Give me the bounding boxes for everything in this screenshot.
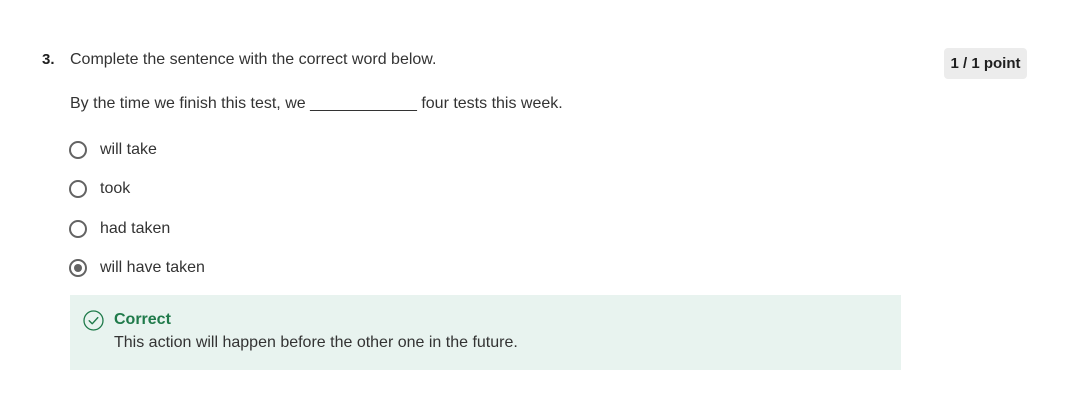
radio-button[interactable] xyxy=(69,141,87,159)
option-had-taken[interactable]: had taken xyxy=(69,218,469,240)
radio-button[interactable] xyxy=(69,219,87,238)
points-badge: 1 / 1 point xyxy=(944,48,1027,79)
option-label: had taken xyxy=(100,219,171,237)
question-prompt: Complete the sentence with the correct w… xyxy=(70,51,437,68)
radio-button-selected[interactable] xyxy=(69,259,87,278)
radio-button[interactable] xyxy=(69,180,87,199)
option-label: will take xyxy=(100,141,157,158)
answer-options: will take took had taken will have taken xyxy=(69,139,469,297)
option-label: will have taken xyxy=(100,259,205,277)
option-will-take[interactable]: will take xyxy=(69,139,469,161)
quiz-question: 3. Complete the sentence with the correc… xyxy=(0,0,1068,404)
feedback-title: Correct xyxy=(114,311,171,328)
feedback-text: This action will happen before the other… xyxy=(114,334,518,351)
feedback-panel: Correct This action will happen before t… xyxy=(70,295,901,370)
question-sentence: By the time we finish this test, we ____… xyxy=(70,95,563,112)
check-circle-icon xyxy=(83,310,104,331)
option-took[interactable]: took xyxy=(69,178,469,200)
option-label: took xyxy=(100,180,131,198)
option-will-have-taken[interactable]: will have taken xyxy=(69,257,469,279)
question-number: 3. xyxy=(42,51,55,68)
